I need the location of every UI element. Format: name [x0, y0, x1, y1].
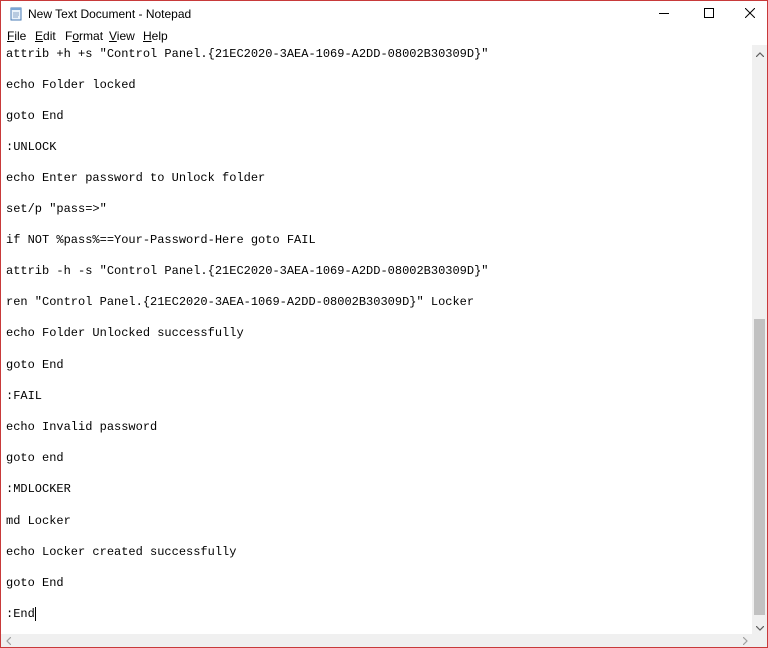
- menu-edit[interactable]: Edit: [35, 29, 56, 44]
- text-line: if NOT %pass%==Your-Password-Here goto F…: [6, 233, 316, 247]
- text-line: set/p "pass=>": [6, 202, 107, 216]
- horizontal-scrollbar[interactable]: [1, 634, 752, 647]
- text-line-last: :End: [6, 607, 36, 621]
- scroll-down-button[interactable]: [752, 619, 767, 634]
- scrollbar-corner: [752, 634, 767, 647]
- vertical-scrollbar[interactable]: [752, 45, 767, 634]
- chevron-down-icon: [755, 618, 764, 636]
- maximize-icon: [703, 5, 714, 23]
- title-bar[interactable]: New Text Document - Notepad: [1, 1, 767, 27]
- text-line: md Locker: [6, 514, 71, 528]
- notepad-window: New Text Document - Notepad File Edit Fo…: [0, 0, 768, 648]
- menu-format[interactable]: Format: [65, 29, 103, 44]
- text-line: echo Folder locked: [6, 78, 136, 92]
- text-line: goto End: [6, 358, 64, 372]
- menu-view[interactable]: View: [109, 29, 135, 44]
- menu-help[interactable]: Help: [143, 29, 168, 44]
- text-line: :MDLOCKER: [6, 482, 71, 496]
- maximize-button[interactable]: [686, 1, 731, 27]
- menu-file[interactable]: File: [7, 29, 26, 44]
- text-line: :FAIL: [6, 389, 43, 403]
- text-line: echo Invalid password: [6, 420, 158, 434]
- close-icon: [744, 5, 755, 23]
- text-line: echo Enter password to Unlock folder: [6, 171, 266, 185]
- menu-bar: File Edit Format View Help: [1, 28, 767, 45]
- window-title: New Text Document - Notepad: [28, 7, 192, 21]
- notepad-icon: [9, 7, 23, 21]
- scroll-right-button[interactable]: [738, 634, 752, 647]
- close-button[interactable]: [727, 1, 767, 27]
- text-caret: [34, 607, 36, 621]
- text-line: attrib -h -s "Control Panel.{21EC2020-3A…: [6, 264, 489, 278]
- text-line: ren "Control Panel.{21EC2020-3AEA-1069-A…: [6, 295, 475, 309]
- minimize-icon: [658, 5, 669, 23]
- text-line: goto end: [6, 451, 64, 465]
- chevron-right-icon: [742, 632, 748, 648]
- text-editor[interactable]: attrib +h +s "Control Panel.{21EC2020-3A…: [1, 45, 752, 634]
- text-line: echo Locker created successfully: [6, 545, 237, 559]
- minimize-button[interactable]: [641, 1, 686, 27]
- text-line: goto End: [6, 109, 64, 123]
- text-line: attrib +h +s "Control Panel.{21EC2020-3A…: [6, 47, 489, 61]
- chevron-up-icon: [755, 44, 764, 62]
- scroll-up-button[interactable]: [752, 45, 767, 60]
- text-line: :UNLOCK: [6, 140, 57, 154]
- vertical-scroll-thumb[interactable]: [754, 319, 765, 615]
- scroll-left-button[interactable]: [1, 634, 15, 647]
- chevron-left-icon: [5, 632, 11, 648]
- text-line: goto End: [6, 576, 64, 590]
- text-line: echo Folder Unlocked successfully: [6, 326, 244, 340]
